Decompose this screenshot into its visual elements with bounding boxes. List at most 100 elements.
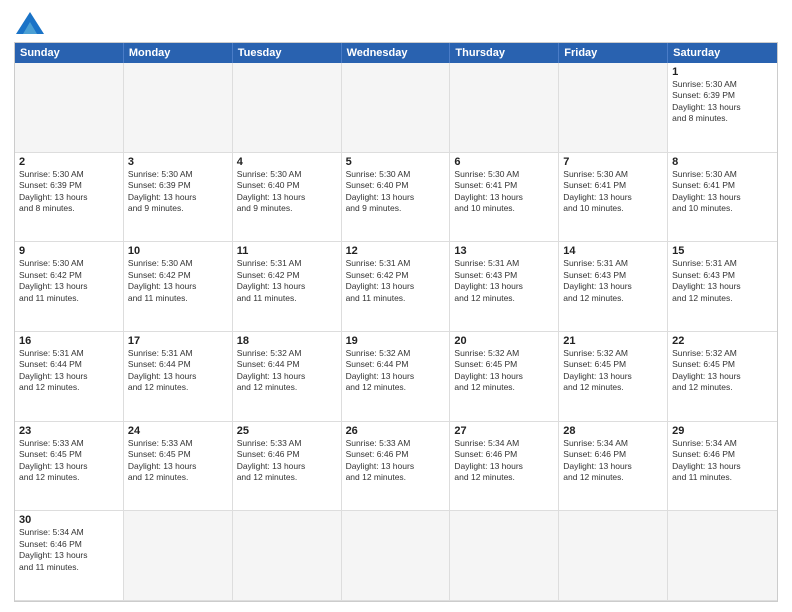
calendar-day-25: 25Sunrise: 5:33 AMSunset: 6:46 PMDayligh… <box>233 422 342 512</box>
calendar-day-20: 20Sunrise: 5:32 AMSunset: 6:45 PMDayligh… <box>450 332 559 422</box>
day-info: Sunrise: 5:31 AMSunset: 6:42 PMDaylight:… <box>346 258 446 304</box>
day-info: Sunrise: 5:32 AMSunset: 6:44 PMDaylight:… <box>237 348 337 394</box>
calendar-day-24: 24Sunrise: 5:33 AMSunset: 6:45 PMDayligh… <box>124 422 233 512</box>
day-number: 25 <box>237 425 337 437</box>
day-header-monday: Monday <box>124 43 233 63</box>
day-number: 7 <box>563 156 663 168</box>
calendar-day-11: 11Sunrise: 5:31 AMSunset: 6:42 PMDayligh… <box>233 242 342 332</box>
day-info: Sunrise: 5:31 AMSunset: 6:42 PMDaylight:… <box>237 258 337 304</box>
day-number: 11 <box>237 245 337 257</box>
day-number: 24 <box>128 425 228 437</box>
calendar-day-16: 16Sunrise: 5:31 AMSunset: 6:44 PMDayligh… <box>15 332 124 422</box>
page: SundayMondayTuesdayWednesdayThursdayFrid… <box>0 0 792 612</box>
day-number: 2 <box>19 156 119 168</box>
calendar-day-10: 10Sunrise: 5:30 AMSunset: 6:42 PMDayligh… <box>124 242 233 332</box>
day-number: 26 <box>346 425 446 437</box>
day-info: Sunrise: 5:30 AMSunset: 6:42 PMDaylight:… <box>19 258 119 304</box>
calendar-empty <box>559 63 668 153</box>
calendar-day-26: 26Sunrise: 5:33 AMSunset: 6:46 PMDayligh… <box>342 422 451 512</box>
calendar-day-12: 12Sunrise: 5:31 AMSunset: 6:42 PMDayligh… <box>342 242 451 332</box>
day-info: Sunrise: 5:30 AMSunset: 6:41 PMDaylight:… <box>563 169 663 215</box>
day-info: Sunrise: 5:30 AMSunset: 6:40 PMDaylight:… <box>346 169 446 215</box>
day-info: Sunrise: 5:34 AMSunset: 6:46 PMDaylight:… <box>454 438 554 484</box>
calendar-empty <box>342 511 451 601</box>
day-number: 10 <box>128 245 228 257</box>
day-info: Sunrise: 5:34 AMSunset: 6:46 PMDaylight:… <box>19 527 119 573</box>
day-info: Sunrise: 5:32 AMSunset: 6:45 PMDaylight:… <box>672 348 773 394</box>
calendar-day-19: 19Sunrise: 5:32 AMSunset: 6:44 PMDayligh… <box>342 332 451 422</box>
day-info: Sunrise: 5:33 AMSunset: 6:46 PMDaylight:… <box>346 438 446 484</box>
day-number: 16 <box>19 335 119 347</box>
calendar-day-1: 1Sunrise: 5:30 AMSunset: 6:39 PMDaylight… <box>668 63 777 153</box>
calendar-day-28: 28Sunrise: 5:34 AMSunset: 6:46 PMDayligh… <box>559 422 668 512</box>
calendar-grid: 1Sunrise: 5:30 AMSunset: 6:39 PMDaylight… <box>15 63 777 601</box>
day-number: 22 <box>672 335 773 347</box>
day-info: Sunrise: 5:32 AMSunset: 6:45 PMDaylight:… <box>454 348 554 394</box>
day-number: 6 <box>454 156 554 168</box>
day-info: Sunrise: 5:30 AMSunset: 6:39 PMDaylight:… <box>19 169 119 215</box>
calendar-empty <box>124 511 233 601</box>
calendar-empty <box>450 511 559 601</box>
calendar-empty <box>233 63 342 153</box>
calendar-day-14: 14Sunrise: 5:31 AMSunset: 6:43 PMDayligh… <box>559 242 668 332</box>
calendar-empty <box>668 511 777 601</box>
day-info: Sunrise: 5:34 AMSunset: 6:46 PMDaylight:… <box>672 438 773 484</box>
day-info: Sunrise: 5:30 AMSunset: 6:41 PMDaylight:… <box>672 169 773 215</box>
calendar-day-13: 13Sunrise: 5:31 AMSunset: 6:43 PMDayligh… <box>450 242 559 332</box>
calendar-day-23: 23Sunrise: 5:33 AMSunset: 6:45 PMDayligh… <box>15 422 124 512</box>
day-number: 15 <box>672 245 773 257</box>
day-number: 18 <box>237 335 337 347</box>
logo-icon <box>16 12 44 34</box>
calendar-empty <box>233 511 342 601</box>
calendar-day-6: 6Sunrise: 5:30 AMSunset: 6:41 PMDaylight… <box>450 153 559 243</box>
calendar-day-15: 15Sunrise: 5:31 AMSunset: 6:43 PMDayligh… <box>668 242 777 332</box>
day-info: Sunrise: 5:31 AMSunset: 6:44 PMDaylight:… <box>128 348 228 394</box>
day-header-sunday: Sunday <box>15 43 124 63</box>
day-info: Sunrise: 5:31 AMSunset: 6:44 PMDaylight:… <box>19 348 119 394</box>
day-info: Sunrise: 5:30 AMSunset: 6:39 PMDaylight:… <box>672 79 773 125</box>
day-header-thursday: Thursday <box>450 43 559 63</box>
day-number: 14 <box>563 245 663 257</box>
day-number: 13 <box>454 245 554 257</box>
day-number: 23 <box>19 425 119 437</box>
day-number: 20 <box>454 335 554 347</box>
day-header-tuesday: Tuesday <box>233 43 342 63</box>
day-info: Sunrise: 5:33 AMSunset: 6:45 PMDaylight:… <box>19 438 119 484</box>
calendar-empty <box>559 511 668 601</box>
logo <box>14 12 44 34</box>
calendar-day-21: 21Sunrise: 5:32 AMSunset: 6:45 PMDayligh… <box>559 332 668 422</box>
calendar-day-8: 8Sunrise: 5:30 AMSunset: 6:41 PMDaylight… <box>668 153 777 243</box>
calendar-empty <box>450 63 559 153</box>
day-number: 3 <box>128 156 228 168</box>
day-info: Sunrise: 5:32 AMSunset: 6:44 PMDaylight:… <box>346 348 446 394</box>
day-info: Sunrise: 5:33 AMSunset: 6:46 PMDaylight:… <box>237 438 337 484</box>
calendar-day-27: 27Sunrise: 5:34 AMSunset: 6:46 PMDayligh… <box>450 422 559 512</box>
day-number: 21 <box>563 335 663 347</box>
day-number: 19 <box>346 335 446 347</box>
header <box>14 12 778 34</box>
day-info: Sunrise: 5:33 AMSunset: 6:45 PMDaylight:… <box>128 438 228 484</box>
day-header-saturday: Saturday <box>668 43 777 63</box>
calendar-day-4: 4Sunrise: 5:30 AMSunset: 6:40 PMDaylight… <box>233 153 342 243</box>
calendar-day-29: 29Sunrise: 5:34 AMSunset: 6:46 PMDayligh… <box>668 422 777 512</box>
calendar-empty <box>124 63 233 153</box>
day-headers: SundayMondayTuesdayWednesdayThursdayFrid… <box>15 43 777 63</box>
calendar-day-3: 3Sunrise: 5:30 AMSunset: 6:39 PMDaylight… <box>124 153 233 243</box>
calendar-day-7: 7Sunrise: 5:30 AMSunset: 6:41 PMDaylight… <box>559 153 668 243</box>
calendar: SundayMondayTuesdayWednesdayThursdayFrid… <box>14 42 778 602</box>
day-header-friday: Friday <box>559 43 668 63</box>
day-info: Sunrise: 5:32 AMSunset: 6:45 PMDaylight:… <box>563 348 663 394</box>
calendar-day-9: 9Sunrise: 5:30 AMSunset: 6:42 PMDaylight… <box>15 242 124 332</box>
day-number: 1 <box>672 66 773 78</box>
calendar-day-22: 22Sunrise: 5:32 AMSunset: 6:45 PMDayligh… <box>668 332 777 422</box>
calendar-day-2: 2Sunrise: 5:30 AMSunset: 6:39 PMDaylight… <box>15 153 124 243</box>
calendar-empty <box>15 63 124 153</box>
day-info: Sunrise: 5:30 AMSunset: 6:39 PMDaylight:… <box>128 169 228 215</box>
day-number: 28 <box>563 425 663 437</box>
day-number: 4 <box>237 156 337 168</box>
day-info: Sunrise: 5:30 AMSunset: 6:41 PMDaylight:… <box>454 169 554 215</box>
calendar-day-5: 5Sunrise: 5:30 AMSunset: 6:40 PMDaylight… <box>342 153 451 243</box>
calendar-empty <box>342 63 451 153</box>
day-number: 17 <box>128 335 228 347</box>
day-info: Sunrise: 5:30 AMSunset: 6:42 PMDaylight:… <box>128 258 228 304</box>
